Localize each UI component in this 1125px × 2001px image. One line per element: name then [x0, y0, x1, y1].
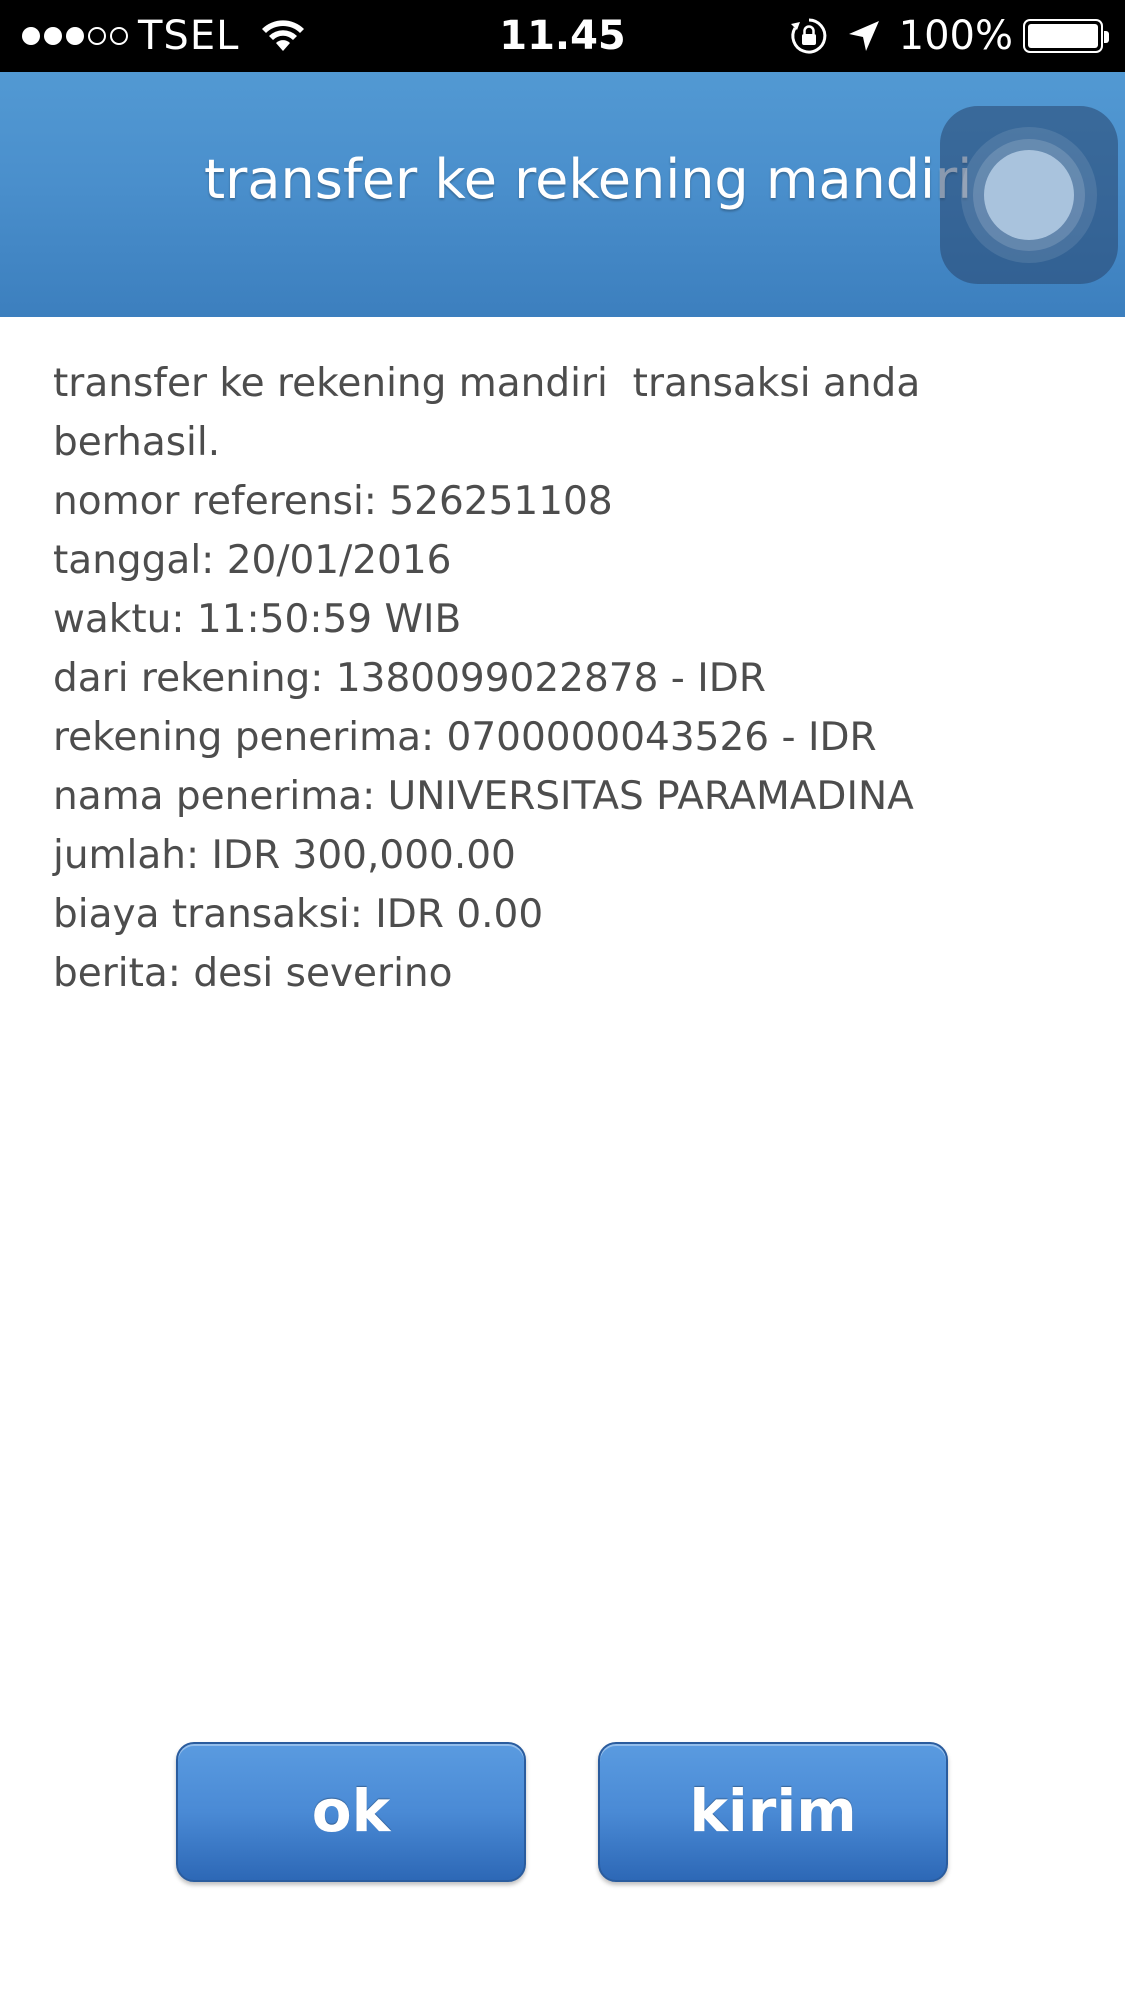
wifi-icon [261, 19, 305, 53]
status-left: TSEL [22, 0, 305, 72]
transaction-time: waktu: 11:50:59 WIB [53, 597, 462, 642]
transfer-note: berita: desi severino [53, 951, 453, 996]
assistive-touch-icon [984, 150, 1074, 240]
signal-dot [66, 27, 84, 45]
source-account: dari rekening: 1380099022878 - IDR [53, 656, 766, 701]
signal-dot [88, 27, 106, 45]
transaction-receipt: transfer ke rekening mandiri transaksi a… [53, 354, 1073, 1003]
battery-fill [1028, 24, 1098, 48]
battery-icon [1023, 19, 1109, 53]
transaction-fee: biaya transaksi: IDR 0.00 [53, 892, 544, 937]
signal-dot [110, 27, 128, 45]
page-title: transfer ke rekening mandiri [204, 148, 973, 211]
location-arrow-icon [847, 19, 881, 53]
recipient-name: nama penerima: UNIVERSITAS PARAMADINA [53, 774, 914, 819]
receipt-line: transfer ke rekening mandiri transaksi a… [53, 361, 921, 406]
transaction-date: tanggal: 20/01/2016 [53, 538, 452, 583]
battery-cap [1104, 31, 1109, 43]
carrier-name: TSEL [138, 13, 240, 59]
ok-button[interactable]: ok [176, 1742, 526, 1882]
assistive-touch-button[interactable] [940, 106, 1118, 284]
reference-number: nomor referensi: 526251108 [53, 479, 613, 524]
signal-strength-icon [22, 27, 128, 45]
status-right: 100% [789, 0, 1109, 72]
destination-account: rekening penerima: 0700000043526 - IDR [53, 715, 877, 760]
signal-dot [44, 27, 62, 45]
status-bar: TSEL 11.45 100% [0, 0, 1125, 72]
rotation-lock-icon [789, 16, 829, 56]
transfer-amount: jumlah: IDR 300,000.00 [53, 833, 516, 878]
receipt-line: berhasil. [53, 420, 221, 465]
signal-dot [22, 27, 40, 45]
battery-percentage: 100% [898, 13, 1013, 59]
kirim-button[interactable]: kirim [598, 1742, 948, 1882]
